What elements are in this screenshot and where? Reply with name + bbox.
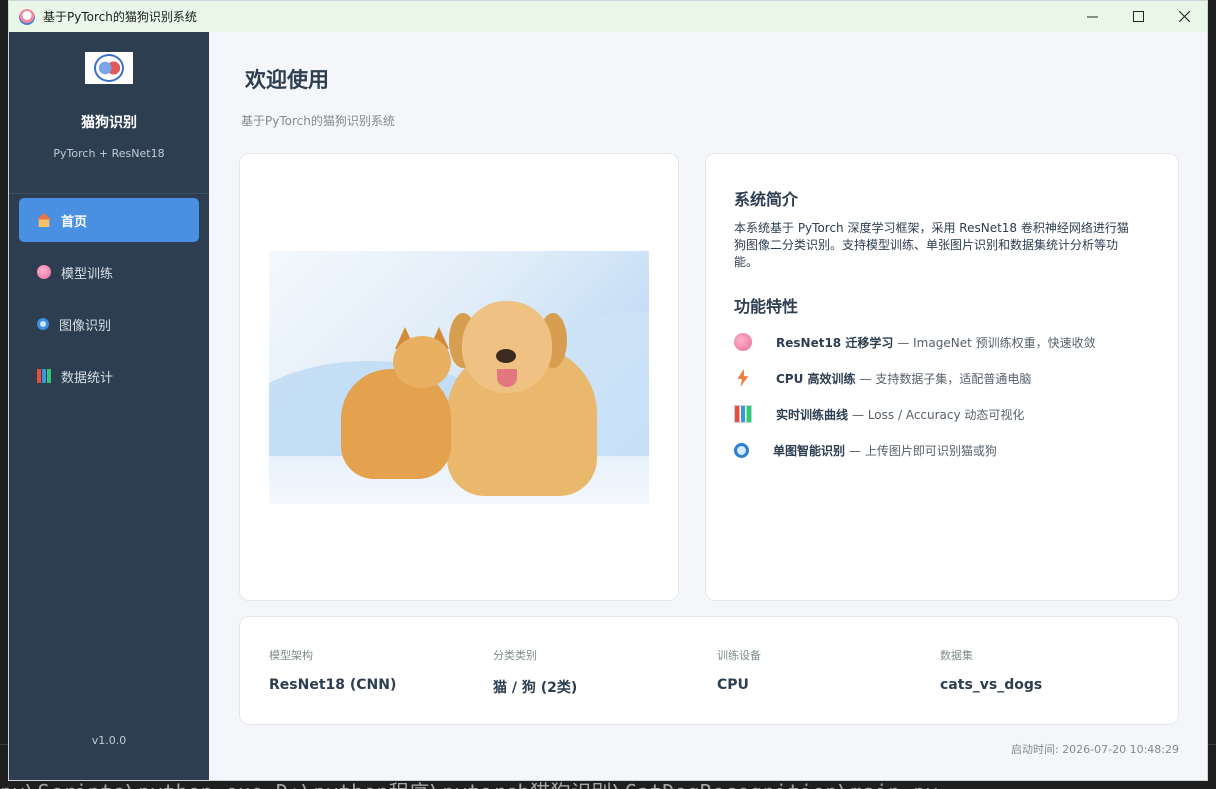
feature-detail: — ImageNet 预训练权重，快速收敛 (897, 335, 1096, 350)
info-value: ResNet18 (CNN) (269, 677, 397, 693)
brain-icon (734, 333, 752, 351)
bar-chart-icon (734, 405, 752, 423)
sidebar-divider (9, 193, 209, 194)
list-item: CPU 高效训练 — 支持数据子集，适配普通电脑 (734, 360, 1154, 396)
magnifier-icon (734, 442, 749, 458)
info-categories: 分类类别 猫 / 狗 (2类) (493, 647, 577, 697)
feature-list: ResNet18 迁移学习 — ImageNet 预训练权重，快速收敛 CPU … (734, 324, 1154, 468)
window-controls (1069, 1, 1207, 32)
sidebar-item-image-recognition[interactable]: 图像识别 (19, 302, 199, 346)
list-item: 单图智能识别 — 上传图片即可识别猫或狗 (734, 432, 1154, 468)
sidebar-item-data-stats[interactable]: 数据统计 (19, 354, 199, 398)
magnifier-icon (37, 318, 49, 330)
page-subtitle: 基于PyTorch的猫狗识别系统 (241, 114, 395, 128)
hero-image-card (239, 153, 679, 601)
window-title: 基于PyTorch的猫狗识别系统 (43, 10, 197, 24)
minimize-icon (1086, 16, 1098, 18)
info-dataset: 数据集 cats_vs_dogs (940, 647, 1042, 693)
feature-name: CPU 高效训练 (776, 371, 856, 386)
info-value: cats_vs_dogs (940, 677, 1043, 693)
info-value: CPU (717, 677, 749, 693)
sidebar: 猫狗识别 PyTorch + ResNet18 首页 模型训练 图像识别 数据统… (9, 32, 209, 780)
minimize-button[interactable] (1069, 1, 1115, 32)
list-item: 实时训练曲线 — Loss / Accuracy 动态可视化 (734, 396, 1154, 432)
feature-name: 实时训练曲线 (776, 407, 849, 422)
feature-detail: — Loss / Accuracy 动态可视化 (852, 407, 1025, 422)
feature-name: ResNet18 迁移学习 (776, 335, 894, 350)
app-logo (85, 52, 133, 84)
close-button[interactable] (1161, 1, 1207, 32)
sidebar-nav: 首页 模型训练 图像识别 数据统计 (19, 198, 199, 406)
brand-name: 猫狗识别 (81, 115, 137, 131)
sidebar-item-label: 图像识别 (59, 318, 112, 334)
intro-description: 本系统基于 PyTorch 深度学习框架，采用 ResNet18 卷积神经网络进… (734, 221, 1129, 269)
main-content: 欢迎使用 基于PyTorch的猫狗识别系统 系统简介 本系统基于 PyTorch… (209, 32, 1207, 780)
feature-detail: — 上传图片即可识别猫或狗 (849, 443, 997, 458)
info-label: 数据集 (940, 649, 973, 662)
info-label: 模型架构 (269, 649, 313, 662)
app-window: 基于PyTorch的猫狗识别系统 猫狗识别 PyTorch + ResNet18… (8, 0, 1208, 781)
version-label: v1.0.0 (91, 734, 127, 747)
feature-name: 单图智能识别 (773, 443, 846, 458)
system-intro-card: 系统简介 本系统基于 PyTorch 深度学习框架，采用 ResNet18 卷积… (705, 153, 1179, 601)
info-value: 猫 / 狗 (2类) (493, 680, 578, 696)
home-icon (37, 213, 51, 227)
info-model-arch: 模型架构 ResNet18 (CNN) (269, 647, 396, 693)
info-device: 训练设备 CPU (717, 647, 761, 693)
lightning-icon (737, 369, 749, 387)
intro-title: 系统简介 (734, 190, 799, 209)
maximize-icon (1132, 11, 1144, 22)
cat-dog-hero-image (269, 251, 649, 504)
title-bar[interactable]: 基于PyTorch的猫狗识别系统 (9, 1, 1207, 32)
features-title: 功能特性 (734, 297, 799, 316)
sidebar-item-home[interactable]: 首页 (19, 198, 199, 242)
brand-subtitle: PyTorch + ResNet18 (53, 147, 165, 160)
brain-icon (37, 265, 51, 279)
bar-chart-icon (37, 369, 51, 383)
start-time: 启动时间: 2026-07-20 10:48:29 (1010, 743, 1179, 756)
sidebar-item-label: 数据统计 (61, 370, 114, 386)
sidebar-item-label: 模型训练 (61, 266, 114, 282)
sidebar-item-model-training[interactable]: 模型训练 (19, 250, 199, 294)
feature-detail: — 支持数据子集，适配普通电脑 (859, 371, 1032, 386)
info-label: 训练设备 (717, 649, 761, 662)
cat-dog-logo-icon (94, 54, 124, 82)
model-info-card: 模型架构 ResNet18 (CNN) 分类类别 猫 / 狗 (2类) 训练设备… (239, 616, 1179, 725)
maximize-button[interactable] (1115, 1, 1161, 32)
page-title: 欢迎使用 (245, 68, 329, 92)
close-icon (1178, 11, 1190, 22)
list-item: ResNet18 迁移学习 — ImageNet 预训练权重，快速收敛 (734, 324, 1154, 360)
info-label: 分类类别 (493, 649, 537, 662)
sidebar-item-label: 首页 (61, 214, 88, 230)
app-icon (19, 8, 35, 25)
